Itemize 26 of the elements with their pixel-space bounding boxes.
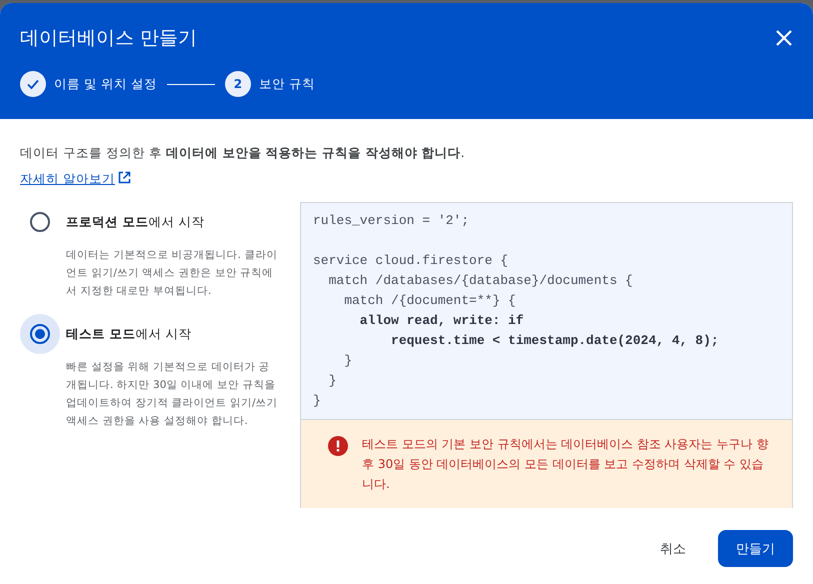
code-line: } [313,393,321,408]
error-icon [328,436,348,456]
mode-label: 테스트 모드에서 시작 [66,326,192,342]
code-line: allow read, write: if [358,313,524,328]
radio-button[interactable] [20,314,60,354]
mode-label: 프로덕션 모드에서 시작 [66,214,204,230]
code-line: service cloud.firestore { [313,253,508,268]
code-line: request.time < timestamp.date(2024, 4, 8); [390,333,719,348]
learn-more-link[interactable]: 자세히 알아보기 [20,171,115,186]
code-line: rules_version = '2'; [313,213,470,228]
create-button[interactable]: 만들기 [718,530,793,567]
step-label: 이름 및 위치 설정 [54,76,157,92]
code-line: match /{document=**} { [343,293,516,308]
mode-description: 빠른 설정을 위해 기본적으로 데이터가 공개됩니다. 하지만 30일 이내에 보안 규칙을 업데이트하여 장기적 클라이언트 읽기/쓰기 액세스 권한을 사용 설정해야 합니다. [66,360,279,429]
external-link-icon [118,171,131,184]
intro-text: 데이터 구조를 정의한 후 데이터에 보안을 적용하는 규칙을 작성해야 합니다. [20,145,466,162]
dialog-title: 데이터베이스 만들기 [20,26,198,51]
code-line: } [343,353,352,368]
cancel-button[interactable]: 취소 [642,530,704,567]
warning-text: 테스트 모드의 기본 보안 규칙에서는 데이터베이스 참조 사용자는 누구나 향후 30일 동안 데이터베이스의 모든 데이터를 보고 수정하며 삭제할 수 있습니다. [362,436,770,493]
code-line: match /databases/{database}/documents { [328,273,633,288]
code-line: } [328,373,336,388]
step-label: 보안 규칙 [258,76,315,92]
close-icon [775,29,793,47]
mode-description: 데이터는 기본적으로 비공개됩니다. 클라이언트 읽기/쓰기 액세스 권한은 보안 규칙에서 지정한 대로만 부여됩니다. [66,248,278,299]
step-number: 2 [224,71,251,97]
